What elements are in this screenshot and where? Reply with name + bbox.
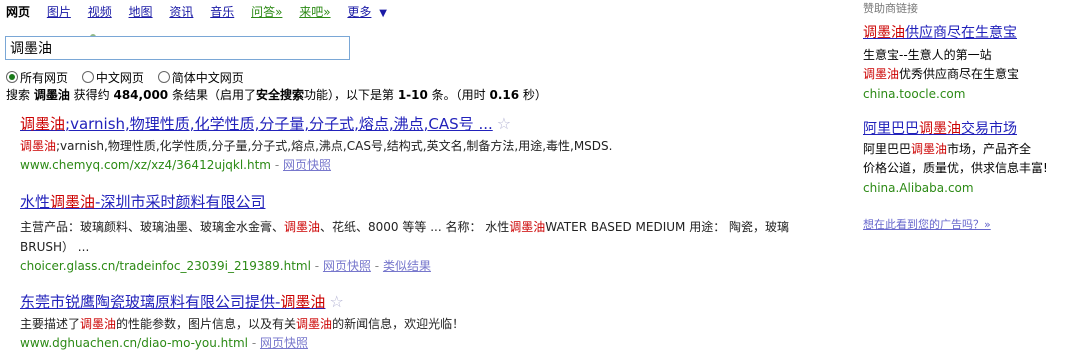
- cache-link[interactable]: 网页快照: [323, 259, 371, 273]
- nav-news[interactable]: 资讯: [169, 5, 193, 19]
- result-url: www.chemyq.com/xz/xz4/36412ujqkl.htm - 网…: [20, 158, 332, 172]
- search-input[interactable]: [5, 36, 350, 60]
- ad-url: china.toocle.com: [863, 87, 966, 101]
- advertise-here-link[interactable]: 想在此看到您的广告吗？»: [863, 216, 991, 232]
- radio-unchecked-icon: [157, 71, 170, 83]
- result-snippet-line2: BRUSH） ...: [20, 240, 90, 254]
- ad-description: 价格公道，质量优，供求信息丰富!: [863, 161, 1048, 175]
- radio-checked-icon: [6, 71, 18, 83]
- result-stats: 搜索 调墨油 获得约 484,000 条结果（启用了安全搜索功能），以下是第 1…: [6, 88, 547, 102]
- cache-link[interactable]: 网页快照: [283, 158, 331, 172]
- ad-description: 阿里巴巴调墨油市场，产品齐全: [863, 142, 1032, 156]
- result-title-link[interactable]: 调墨油;varnish,物理性质,化学性质,分子量,分子式,熔点,沸点,CAS号…: [20, 115, 493, 133]
- similar-results-link[interactable]: 类似结果: [383, 259, 431, 273]
- search-result: 水性调墨油-深圳市采时颜料有限公司 主营产品：玻璃颜料、玻璃油墨、玻璃金水金膏、…: [20, 191, 860, 274]
- radio-unchecked-icon: [81, 71, 94, 83]
- top-nav: 网页 图片 视频 地图 资讯 音乐 问答» 来吧» 更多 ▼: [6, 3, 387, 19]
- nav-video[interactable]: 视频: [88, 5, 112, 19]
- star-icon[interactable]: ☆: [329, 292, 343, 311]
- ad-url: china.Alibaba.com: [863, 181, 974, 195]
- nav-more[interactable]: 更多: [347, 5, 371, 19]
- result-snippet: 调墨油;varnish,物理性质,化学性质,分子量,分子式,熔点,沸点,CAS号…: [20, 139, 613, 153]
- result-snippet: 主要描述了调墨油的性能参数，图片信息，以及有关调墨油的新闻信息，欢迎光临！: [20, 317, 465, 331]
- ad-title-link[interactable]: 阿里巴巴调墨油交易市场: [863, 121, 1017, 137]
- radio-simplified-web[interactable]: 简体中文网页: [157, 69, 244, 86]
- search-result: 调墨油;varnish,物理性质,化学性质,分子量,分子式,熔点,沸点,CAS号…: [20, 113, 860, 173]
- result-title-link[interactable]: 东莞市锐鹰陶瓷玻璃原料有限公司提供-调墨油: [20, 293, 325, 311]
- radio-all-web[interactable]: 所有网页: [6, 69, 68, 86]
- nav-images[interactable]: 图片: [47, 5, 71, 19]
- nav-maps[interactable]: 地图: [129, 5, 153, 19]
- result-url: www.dghuachen.cn/diao-mo-you.html - 网页快照: [20, 336, 308, 350]
- dropdown-arrow-icon[interactable]: ▼: [379, 8, 387, 19]
- result-snippet: 主营产品：玻璃颜料、玻璃油墨、玻璃金水金膏、调墨油、花纸、8000 等等 ...…: [20, 220, 790, 234]
- sponsored-heading: 赞助商链接: [863, 2, 918, 15]
- nav-web[interactable]: 网页: [6, 5, 30, 19]
- result-url: choicer.glass.cn/tradeinfoc_23039i_21938…: [20, 259, 431, 273]
- result-title-link[interactable]: 水性调墨油-深圳市采时颜料有限公司: [20, 193, 265, 211]
- radio-chinese-web[interactable]: 中文网页: [81, 69, 144, 86]
- nav-qa[interactable]: 问答»: [251, 5, 282, 19]
- ad-title-link[interactable]: 调墨油供应商尽在生意宝: [863, 25, 1017, 41]
- nav-music[interactable]: 音乐: [210, 5, 234, 19]
- search-result: 东莞市锐鹰陶瓷玻璃原料有限公司提供-调墨油 ☆ 主要描述了调墨油的性能参数，图片信…: [20, 291, 860, 351]
- ad-item: 阿里巴巴调墨油交易市场 阿里巴巴调墨油市场，产品齐全 价格公道，质量优，供求信息…: [863, 118, 1088, 195]
- search-scope: 所有网页 中文网页 简体中文网页: [6, 69, 254, 86]
- star-icon[interactable]: ☆: [497, 114, 511, 133]
- ad-description: 调墨油优秀供应商尽在生意宝: [863, 67, 1020, 81]
- cache-link[interactable]: 网页快照: [260, 336, 308, 350]
- ad-item: 调墨油供应商尽在生意宝 生意宝--生意人的第一站 调墨油优秀供应商尽在生意宝 c…: [863, 22, 1088, 101]
- nav-laiba[interactable]: 来吧»: [299, 5, 330, 19]
- ad-description: 生意宝--生意人的第一站: [863, 48, 992, 62]
